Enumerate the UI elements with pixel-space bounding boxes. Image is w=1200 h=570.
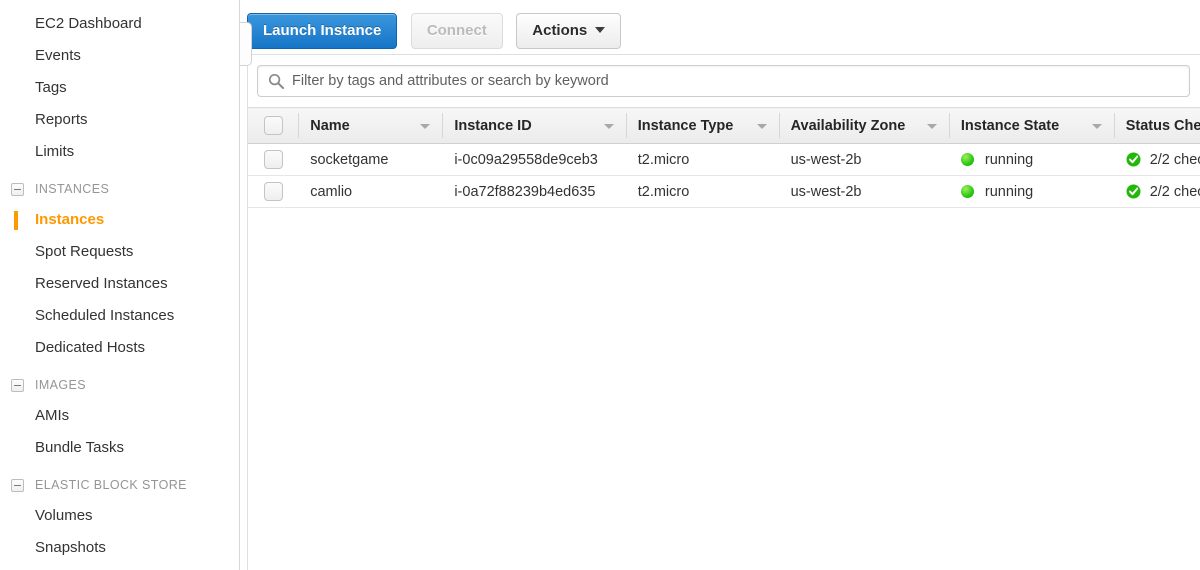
row-select-cell <box>248 175 299 208</box>
search-input[interactable] <box>292 66 1181 96</box>
ec2-console: EC2 Dashboard Events Tags Reports Limits… <box>0 0 1200 570</box>
cell-status-checks: 2/2 checks … <box>1113 143 1200 176</box>
sidebar-item-reserved-instances[interactable]: Reserved Instances <box>0 268 239 300</box>
row-checkbox[interactable] <box>263 150 283 169</box>
cell-name: socketgame <box>298 143 443 176</box>
green-circle-icon <box>960 153 974 166</box>
search-field[interactable] <box>257 65 1190 97</box>
sidebar-section-label: ELASTIC BLOCK STORE <box>35 478 187 492</box>
sidebar-item-label: EC2 Dashboard <box>35 15 142 32</box>
sidebar-item-scheduled-instances[interactable]: Scheduled Instances <box>0 300 239 332</box>
sidebar-item-label: Reports <box>35 111 88 128</box>
sidebar-item-limits[interactable]: Limits <box>0 136 239 168</box>
cell-instance-id: i-0c09a29558de9ceb3 <box>442 143 626 176</box>
sort-caret-icon[interactable] <box>603 124 614 129</box>
column-header-label: Status Checks <box>1125 117 1200 134</box>
instances-table: Name Instance ID Instance Type Availabil… <box>248 107 1200 208</box>
column-header-label: Instance ID <box>454 117 532 134</box>
chevron-down-icon <box>595 27 606 34</box>
launch-instance-button[interactable]: Launch Instance <box>247 13 398 49</box>
cell-instance-state: running <box>948 175 1114 208</box>
cell-instance-type: t2.micro <box>625 143 779 176</box>
sidebar-item-label: Scheduled Instances <box>35 307 175 324</box>
cell-name: camlio <box>298 175 443 208</box>
instances-panel: Name Instance ID Instance Type Avai <box>247 54 1200 570</box>
column-header-label: Name <box>310 117 350 134</box>
column-header-instance-type[interactable]: Instance Type <box>625 107 779 144</box>
table-row[interactable]: socketgame i-0c09a29558de9ceb3 t2.micro … <box>248 143 1200 176</box>
table-header-row: Name Instance ID Instance Type Availabil… <box>248 107 1200 144</box>
sidebar-section-images: IMAGES <box>0 370 239 400</box>
sidebar-item-label: Snapshots <box>35 539 106 556</box>
sidebar-section-instances: INSTANCES <box>0 174 239 204</box>
main-content: Launch Instance Connect Actions Filter b… <box>240 0 1200 570</box>
instances-toolbar: Launch Instance Connect Actions <box>240 0 1200 54</box>
sidebar-item-events[interactable]: Events <box>0 40 239 72</box>
instance-state-label: running <box>984 183 1034 200</box>
sidebar-section-elastic-block-store: ELASTIC BLOCK STORE <box>0 470 239 500</box>
sidebar-navigation: EC2 Dashboard Events Tags Reports Limits… <box>0 0 240 570</box>
sidebar-item-label: Volumes <box>35 507 93 524</box>
sort-caret-icon[interactable] <box>1091 124 1102 129</box>
cell-instance-type: t2.micro <box>625 175 779 208</box>
sidebar-item-label: Dedicated Hosts <box>35 339 146 356</box>
sidebar-item-tags[interactable]: Tags <box>0 72 239 104</box>
sidebar-item-reports[interactable]: Reports <box>0 104 239 136</box>
sidebar-collapse-button[interactable] <box>240 22 252 66</box>
column-header-status-checks[interactable]: Status Checks <box>1113 107 1200 144</box>
collapse-minus-icon[interactable] <box>11 479 24 492</box>
column-header-availability-zone[interactable]: Availability Zone <box>778 107 949 144</box>
sidebar-item-label: Bundle Tasks <box>35 439 124 456</box>
sidebar-item-volumes[interactable]: Volumes <box>0 500 239 532</box>
connect-button: Connect <box>410 13 503 49</box>
cell-instance-state: running <box>948 143 1114 176</box>
column-header-label: Availability Zone <box>790 117 906 134</box>
sidebar-section-label: IMAGES <box>35 378 87 392</box>
actions-button-label: Actions <box>532 22 588 39</box>
collapse-minus-icon[interactable] <box>11 183 24 196</box>
sidebar-item-amis[interactable]: AMIs <box>0 400 239 432</box>
sidebar-item-label: Events <box>35 47 81 64</box>
filter-bar <box>248 55 1200 107</box>
table-row[interactable]: camlio i-0a72f88239b4ed635 t2.micro us-w… <box>248 175 1200 208</box>
instance-state-label: running <box>984 151 1034 168</box>
sidebar-item-ec2-dashboard[interactable]: EC2 Dashboard <box>0 8 239 40</box>
cell-status-checks: 2/2 checks … <box>1113 175 1200 208</box>
column-header-name[interactable]: Name <box>298 107 443 144</box>
row-select-cell <box>248 143 299 176</box>
cell-instance-id: i-0a72f88239b4ed635 <box>442 175 626 208</box>
green-circle-icon <box>960 185 974 198</box>
row-checkbox[interactable] <box>263 182 283 201</box>
sidebar-item-bundle-tasks[interactable]: Bundle Tasks <box>0 432 239 464</box>
column-header-instance-state[interactable]: Instance State <box>948 107 1114 144</box>
column-header-label: Instance Type <box>637 117 734 134</box>
select-all-checkbox[interactable] <box>263 116 283 135</box>
sidebar-item-label: AMIs <box>35 407 70 424</box>
sidebar-item-label: Instances <box>35 211 105 228</box>
status-checks-label: 2/2 checks … <box>1149 183 1200 200</box>
sort-caret-icon[interactable] <box>420 124 431 129</box>
select-all-header <box>248 107 299 144</box>
sidebar-item-label: Tags <box>35 79 67 96</box>
sidebar-item-snapshots[interactable]: Snapshots <box>0 532 239 564</box>
cell-availability-zone: us-west-2b <box>778 175 949 208</box>
green-check-icon <box>1126 152 1141 167</box>
collapse-minus-icon[interactable] <box>11 379 24 392</box>
sidebar-item-dedicated-hosts[interactable]: Dedicated Hosts <box>0 332 239 364</box>
sidebar-item-instances[interactable]: Instances <box>0 204 239 236</box>
sort-caret-icon[interactable] <box>926 124 937 129</box>
green-check-icon <box>1126 184 1141 199</box>
sidebar-item-label: Reserved Instances <box>35 275 168 292</box>
actions-button[interactable]: Actions <box>516 13 622 49</box>
search-icon <box>268 73 284 89</box>
sidebar-item-spot-requests[interactable]: Spot Requests <box>0 236 239 268</box>
sidebar-item-label: Limits <box>35 143 75 160</box>
sidebar-section-label: INSTANCES <box>35 182 110 196</box>
sort-caret-icon[interactable] <box>756 124 767 129</box>
cell-availability-zone: us-west-2b <box>778 143 949 176</box>
sidebar-item-label: Spot Requests <box>35 243 134 260</box>
column-header-instance-id[interactable]: Instance ID <box>442 107 626 144</box>
status-checks-label: 2/2 checks … <box>1149 151 1200 168</box>
column-header-label: Instance State <box>960 117 1060 134</box>
